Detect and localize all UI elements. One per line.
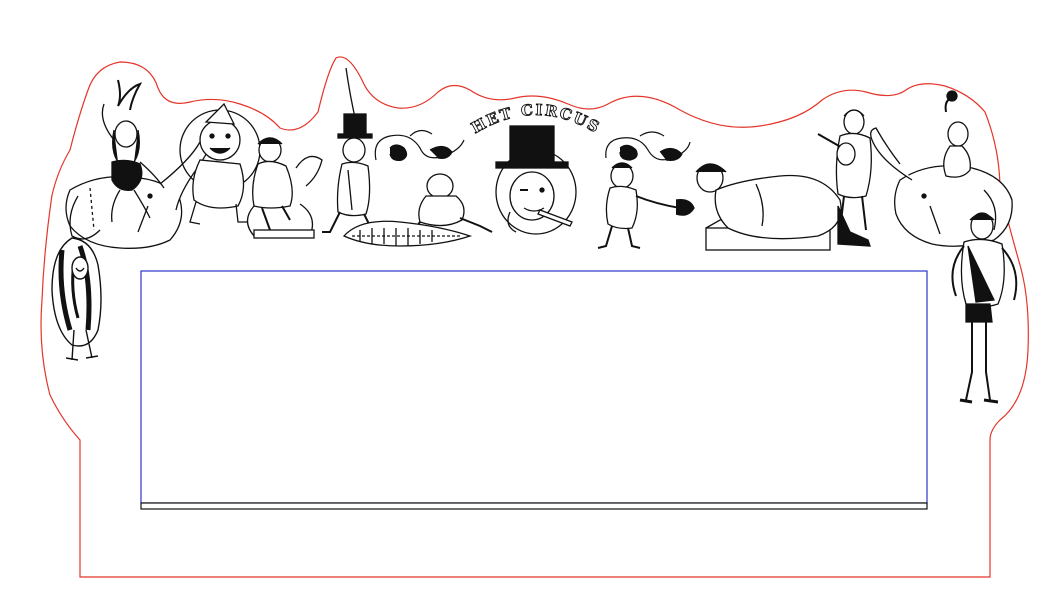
ornament-left: [374, 129, 465, 161]
ornament-right: [605, 131, 691, 161]
blank-panel: [140, 270, 928, 504]
cigar-strongman-portrait: [495, 125, 577, 235]
base-strip: [140, 502, 928, 510]
left-elephant-figure: [65, 134, 215, 249]
contortionist-figure: [51, 237, 102, 361]
circus-sign-artwork: HET CIRCUS: [0, 0, 1061, 600]
equestrienne-figure: [246, 137, 323, 239]
ringmaster-figure: [322, 67, 382, 233]
fire-eater-figure: [597, 162, 695, 249]
